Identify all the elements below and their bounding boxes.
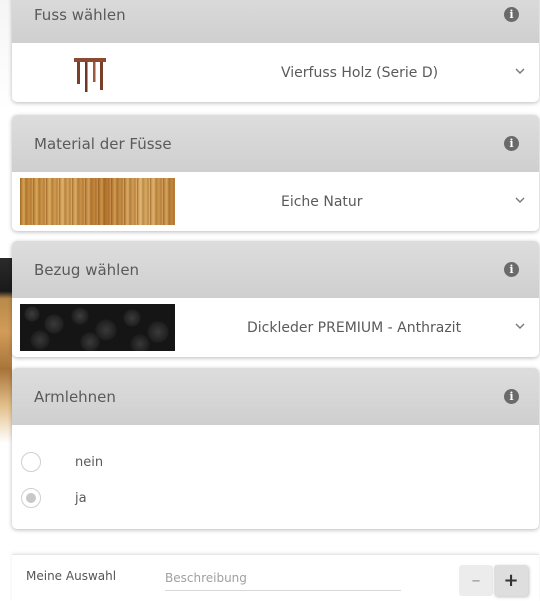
info-icon[interactable]: i xyxy=(504,262,519,277)
radio-button-selected[interactable] xyxy=(21,488,41,508)
radio-label: ja xyxy=(75,490,87,506)
foot-select[interactable]: Vierfuss Holz (Serie D) xyxy=(12,43,539,102)
background-chair-edge xyxy=(0,258,12,443)
radio-button[interactable] xyxy=(21,452,41,472)
info-icon[interactable]: i xyxy=(504,389,519,404)
radio-label: nein xyxy=(75,454,104,470)
info-icon[interactable]: i xyxy=(504,136,519,151)
panel-title: Armlehnen xyxy=(34,387,116,406)
selected-value: Eiche Natur xyxy=(281,193,363,210)
radio-option-nein[interactable]: nein xyxy=(21,451,103,473)
my-choice-label: Meine Auswahl xyxy=(26,569,117,583)
wooden-four-leg-frame-icon xyxy=(74,58,106,92)
armrests-options: nein ja xyxy=(12,425,539,529)
panel-foot-material: Material der Füsse i Eiche Natur xyxy=(12,115,539,231)
panel-title: Material der Füsse xyxy=(34,134,172,153)
panel-foot-material-header[interactable]: Material der Füsse i xyxy=(12,115,539,172)
description-input[interactable] xyxy=(165,565,401,591)
panel-title: Bezug wählen xyxy=(34,260,140,279)
chevron-down-icon[interactable] xyxy=(515,66,525,76)
panel-armrests: Armlehnen i nein ja xyxy=(12,368,539,529)
background-photo-top xyxy=(0,0,12,110)
increase-quantity-button[interactable]: + xyxy=(494,565,528,596)
panel-title: Fuss wählen xyxy=(34,5,126,24)
cover-select[interactable]: Dickleder PREMIUM - Anthrazit xyxy=(12,298,539,357)
radio-option-ja[interactable]: ja xyxy=(21,487,87,509)
black-leather-swatch xyxy=(20,304,175,351)
panel-foot: Fuss wählen i Vierfuss Holz (Serie D) xyxy=(12,0,539,102)
decrease-quantity-button[interactable]: – xyxy=(459,565,493,596)
selection-footer: Meine Auswahl – + xyxy=(12,554,539,601)
panel-armrests-header[interactable]: Armlehnen i xyxy=(12,368,539,425)
selected-value: Vierfuss Holz (Serie D) xyxy=(281,64,439,81)
panel-foot-header[interactable]: Fuss wählen i xyxy=(12,0,539,43)
chevron-down-icon[interactable] xyxy=(515,321,525,331)
selected-value: Dickleder PREMIUM - Anthrazit xyxy=(247,319,462,336)
panel-cover-header[interactable]: Bezug wählen i xyxy=(12,241,539,298)
panel-cover: Bezug wählen i Dickleder PREMIUM - Anthr… xyxy=(12,241,539,357)
oak-wood-swatch xyxy=(20,178,175,225)
foot-material-select[interactable]: Eiche Natur xyxy=(12,172,539,231)
info-icon[interactable]: i xyxy=(504,7,519,22)
chevron-down-icon[interactable] xyxy=(515,195,525,205)
background-photo xyxy=(0,0,12,601)
